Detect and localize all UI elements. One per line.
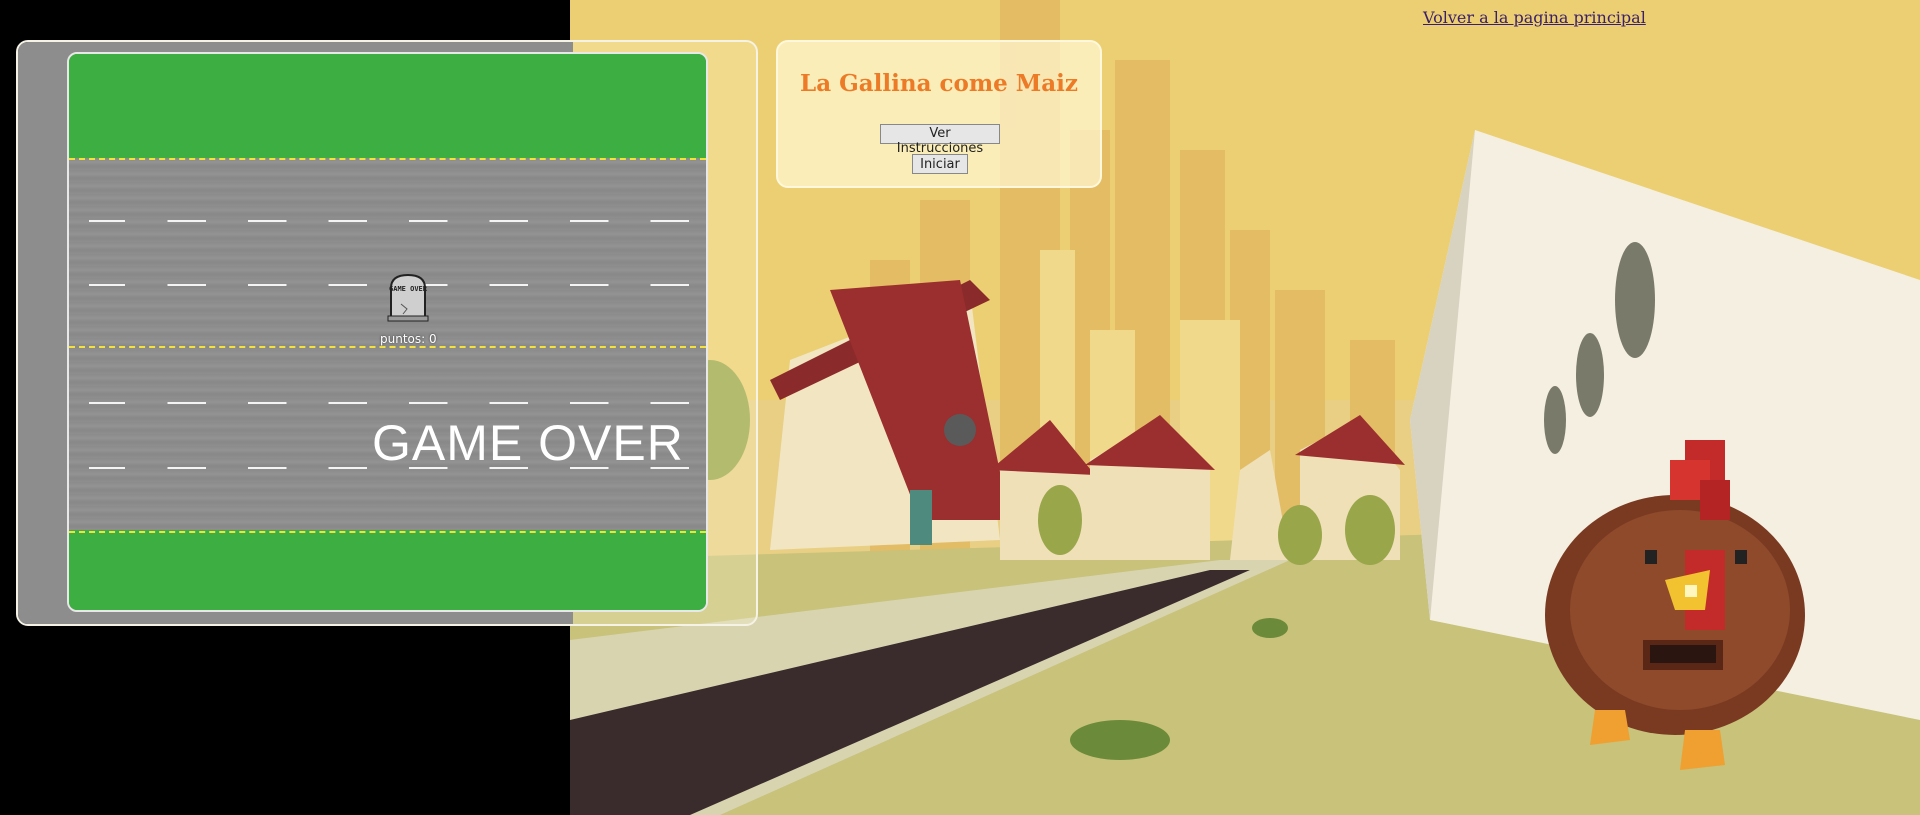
menu-panel: La Gallina come Maiz Ver Instrucciones I… <box>776 40 1102 188</box>
game-title: La Gallina come Maiz <box>800 70 1078 97</box>
lane-dashes <box>89 220 696 222</box>
tombstone-text: GAME OVER <box>389 285 428 293</box>
start-button[interactable]: Iniciar <box>912 154 968 174</box>
tombstone-icon: GAME OVER <box>387 273 429 322</box>
gameover-text: GAME OVER <box>372 415 684 471</box>
yellow-divider-bottom <box>69 531 706 533</box>
game-canvas[interactable]: GAME OVER puntos: 0 GAME OVER <box>67 52 708 612</box>
home-link[interactable]: Volver a la pagina principal <box>1423 8 1646 27</box>
yellow-divider-top <box>69 158 706 160</box>
grass-top <box>69 54 706 158</box>
grass-bottom <box>69 530 706 610</box>
yellow-divider-middle <box>69 346 706 348</box>
score-label: puntos: 0 <box>380 332 437 346</box>
instructions-button[interactable]: Ver Instrucciones <box>880 124 1000 156</box>
lane-dashes <box>89 402 696 404</box>
chicken-mascot <box>1545 440 1805 770</box>
